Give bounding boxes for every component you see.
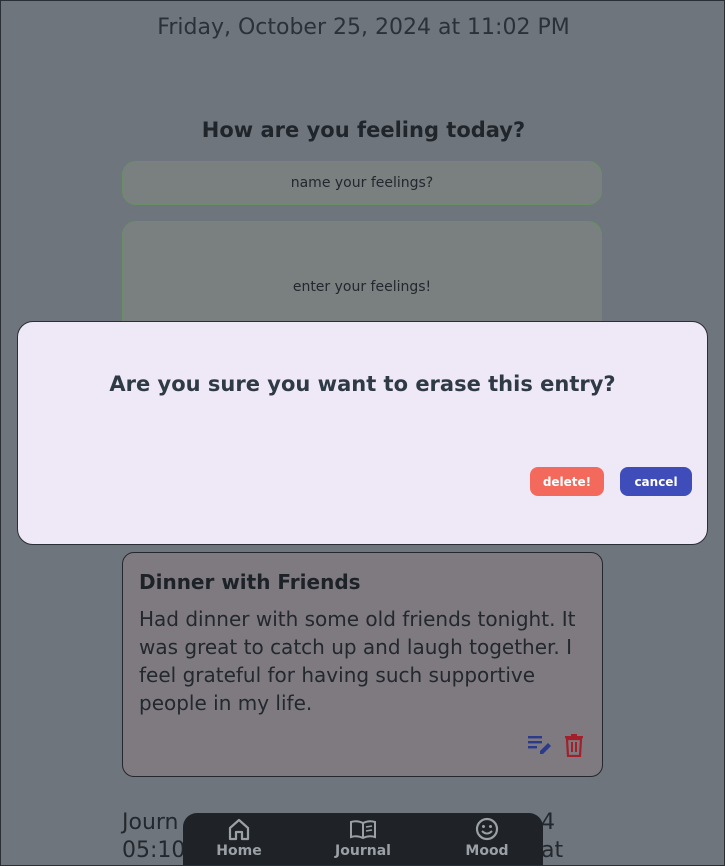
entry-body: Had dinner with some old friends tonight… bbox=[139, 607, 576, 715]
feeling-name-input[interactable]: name your feelings? bbox=[122, 161, 602, 205]
delete-button[interactable]: delete! bbox=[530, 467, 604, 496]
nav-label-mood: Mood bbox=[465, 843, 509, 859]
edit-note-icon[interactable] bbox=[527, 733, 553, 761]
trash-icon[interactable] bbox=[563, 733, 585, 761]
entry-title: Dinner with Friends bbox=[139, 570, 361, 594]
nav-item-mood[interactable]: Mood bbox=[437, 817, 537, 859]
feelings-placeholder: enter your feelings! bbox=[292, 279, 432, 295]
nav-label-home: Home bbox=[216, 843, 262, 859]
nav-item-journal[interactable]: Journal bbox=[313, 817, 413, 859]
bottom-nav: Home Journal Mood bbox=[183, 813, 543, 865]
confirm-delete-dialog: Are you sure you want to erase this entr… bbox=[17, 321, 708, 545]
dialog-question: Are you sure you want to erase this entr… bbox=[109, 372, 616, 396]
page-datetime: Friday, October 25, 2024 at 11:02 PM bbox=[157, 15, 570, 40]
nav-item-home[interactable]: Home bbox=[189, 817, 289, 859]
nav-label-journal: Journal bbox=[335, 843, 391, 859]
next-entry-text-start: Journ bbox=[122, 810, 179, 835]
app-frame: Friday, October 25, 2024 at 11:02 PM How… bbox=[0, 0, 725, 866]
feeling-name-placeholder: name your feelings? bbox=[290, 175, 434, 191]
journal-entry-card: Dinner with Friends Had dinner with some… bbox=[122, 552, 603, 777]
feelings-prompt: How are you feeling today? bbox=[201, 118, 526, 142]
next-entry-text-end: 4 at bbox=[541, 810, 564, 863]
cancel-button[interactable]: cancel bbox=[620, 467, 692, 496]
